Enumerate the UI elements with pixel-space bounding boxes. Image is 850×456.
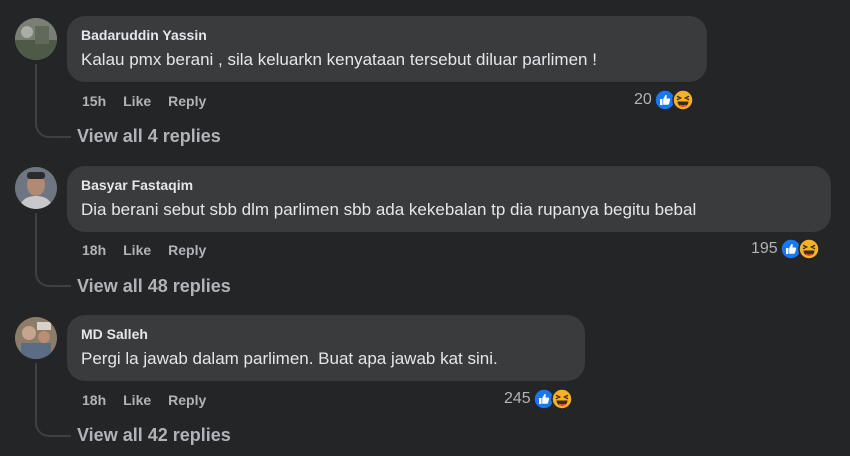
comment-actions: 18h Like Reply (82, 391, 206, 409)
comment-actions: 18h Like Reply (82, 241, 206, 259)
comment-text: Pergi la jawab dalam parlimen. Buat apa … (81, 349, 498, 368)
reaction-summary[interactable]: 195 (751, 238, 820, 260)
haha-icon (550, 388, 573, 410)
view-replies-link[interactable]: View all 48 replies (77, 276, 231, 297)
reaction-count: 245 (504, 390, 531, 407)
comment-text: Kalau pmx berani , sila keluarkn kenyata… (81, 50, 597, 69)
view-replies-link[interactable]: View all 4 replies (77, 126, 221, 147)
reaction-summary[interactable]: 245 (504, 388, 573, 410)
reply-button[interactable]: Reply (168, 92, 206, 110)
thread-curve (35, 273, 71, 287)
comment-author[interactable]: MD Salleh (81, 324, 572, 344)
comment-bubble: Basyar Fastaqim Dia berani sebut sbb dlm… (67, 166, 831, 232)
comment-bubble: MD Salleh Pergi la jawab dalam parlimen.… (67, 315, 585, 381)
view-replies-link[interactable]: View all 42 replies (77, 425, 231, 446)
comment-time[interactable]: 18h (82, 391, 106, 409)
like-button[interactable]: Like (123, 241, 151, 259)
avatar[interactable] (15, 317, 57, 359)
thread-curve (35, 124, 71, 138)
avatar[interactable] (15, 167, 57, 209)
haha-icon (797, 238, 820, 260)
comment-actions: 15h Like Reply (82, 92, 206, 110)
like-button[interactable]: Like (123, 92, 151, 110)
thread-line (35, 64, 37, 126)
comment-author[interactable]: Basyar Fastaqim (81, 175, 818, 195)
reaction-count: 195 (751, 240, 778, 257)
thread-curve (35, 423, 71, 437)
comment-time[interactable]: 15h (82, 92, 106, 110)
avatar[interactable] (15, 18, 57, 60)
comment-text: Dia berani sebut sbb dlm parlimen sbb ad… (81, 200, 697, 219)
comment-time[interactable]: 18h (82, 241, 106, 259)
thread-line (35, 363, 37, 425)
reaction-count: 20 (634, 91, 652, 108)
reaction-summary[interactable]: 20 (634, 89, 694, 111)
like-button[interactable]: Like (123, 391, 151, 409)
haha-icon (672, 89, 694, 111)
thread-line (35, 213, 37, 275)
reply-button[interactable]: Reply (168, 391, 206, 409)
reply-button[interactable]: Reply (168, 241, 206, 259)
comment-bubble: Badaruddin Yassin Kalau pmx berani , sil… (67, 16, 707, 82)
comment-author[interactable]: Badaruddin Yassin (81, 25, 694, 45)
